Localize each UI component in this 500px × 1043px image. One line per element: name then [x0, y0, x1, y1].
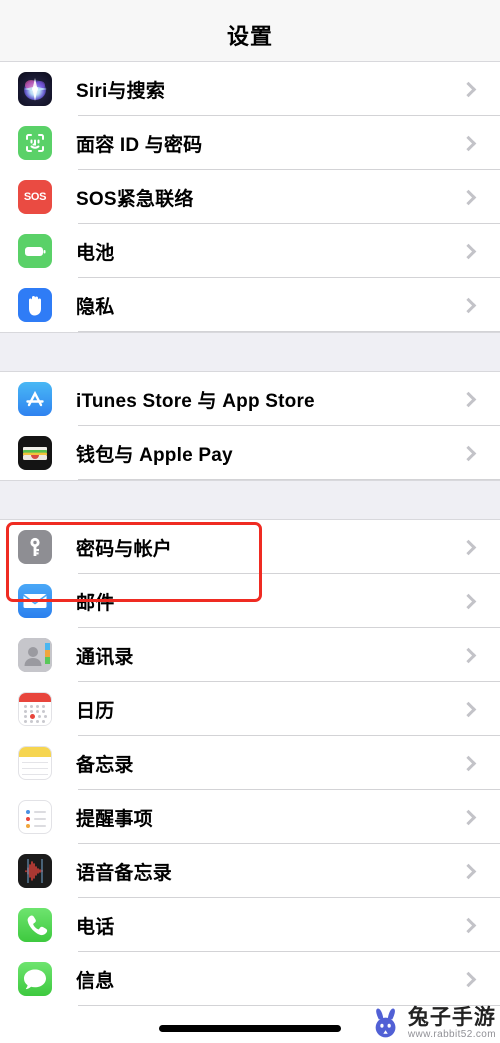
settings-row-label: 提醒事项	[76, 808, 153, 830]
settings-list: Siri与搜索 面容 ID 与密码 SOS SOS紧急联络 电池 隐私 iTun…	[0, 62, 500, 1006]
settings-row-phone[interactable]: 电话	[0, 898, 500, 952]
settings-row-passwords-accounts[interactable]: 密码与帐户	[0, 520, 500, 574]
settings-row-messages[interactable]: 信息	[0, 952, 500, 1006]
siri-glyph	[24, 78, 47, 101]
chevron-right-icon	[460, 755, 477, 771]
handset-glyph	[27, 915, 48, 936]
settings-row-label: 信息	[76, 970, 115, 992]
waveform-glyph	[25, 859, 43, 883]
calendar-grid	[19, 702, 51, 725]
settings-row-itunes-app-store[interactable]: iTunes Store 与 App Store	[0, 372, 500, 426]
settings-row-label: 电池	[76, 242, 115, 264]
chevron-right-icon	[460, 391, 477, 407]
settings-section-system: Siri与搜索 面容 ID 与密码 SOS SOS紧急联络 电池 隐私	[0, 62, 500, 332]
contacts-glyph	[18, 638, 52, 672]
voice-memos-icon	[18, 854, 52, 888]
section-separator-gap	[0, 332, 500, 372]
wallet-icon	[18, 436, 52, 470]
settings-row-label: 通讯录	[76, 646, 134, 668]
envelope-glyph	[23, 594, 47, 608]
chevron-right-icon	[460, 701, 477, 717]
rabbit-logo-icon	[375, 1008, 396, 1038]
phone-icon	[18, 908, 52, 942]
app-store-icon	[18, 382, 52, 416]
settings-row-emergency-sos[interactable]: SOS SOS紧急联络	[0, 170, 500, 224]
settings-section-stores: iTunes Store 与 App Store 钱包与 Apple Pay	[0, 372, 500, 480]
settings-row-privacy[interactable]: 隐私	[0, 278, 500, 332]
chevron-right-icon	[460, 135, 477, 151]
chevron-right-icon	[460, 593, 477, 609]
settings-row-reminders[interactable]: 提醒事项	[0, 790, 500, 844]
sos-icon: SOS	[18, 180, 52, 214]
chevron-right-icon	[460, 445, 477, 461]
settings-row-label: iTunes Store 与 App Store	[76, 390, 315, 412]
settings-row-label: 钱包与 Apple Pay	[76, 444, 233, 466]
speech-bubble-glyph	[24, 969, 46, 990]
chevron-right-icon	[460, 809, 477, 825]
wallet-glyph	[23, 447, 47, 460]
settings-row-wallet-apple-pay[interactable]: 钱包与 Apple Pay	[0, 426, 500, 480]
sos-icon-label: SOS	[23, 191, 47, 203]
battery-glyph	[25, 247, 46, 256]
settings-row-notes[interactable]: 备忘录	[0, 736, 500, 790]
chevron-right-icon	[460, 863, 477, 879]
settings-row-label: Siri与搜索	[76, 80, 166, 102]
chevron-right-icon	[460, 81, 477, 97]
chevron-right-icon	[460, 243, 477, 259]
notes-header-band	[19, 747, 51, 757]
chevron-right-icon	[460, 297, 477, 313]
settings-row-contacts[interactable]: 通讯录	[0, 628, 500, 682]
settings-row-label: 邮件	[76, 592, 115, 614]
chevron-right-icon	[460, 539, 477, 555]
settings-row-label: SOS紧急联络	[76, 188, 194, 210]
watermark-title: 兔子手游	[407, 1005, 496, 1029]
mail-icon	[18, 584, 52, 618]
faceid-glyph	[26, 134, 44, 152]
battery-icon	[18, 234, 52, 268]
messages-icon	[18, 962, 52, 996]
settings-row-label: 日历	[76, 700, 115, 722]
chevron-right-icon	[460, 189, 477, 205]
settings-section-apps: 密码与帐户 邮件 通讯录 日历 备忘录 提醒事项 语音备忘录 电话 信息	[0, 520, 500, 1006]
navigation-bar: 设置	[0, 0, 500, 62]
settings-row-face-id[interactable]: 面容 ID 与密码	[0, 116, 500, 170]
home-indicator[interactable]	[159, 1025, 341, 1032]
contacts-icon	[18, 638, 52, 672]
watermark: 兔子手游 www.rabbit52.com	[368, 1005, 496, 1041]
settings-row-battery[interactable]: 电池	[0, 224, 500, 278]
settings-row-mail[interactable]: 邮件	[0, 574, 500, 628]
settings-row-label: 面容 ID 与密码	[76, 134, 203, 156]
chevron-right-icon	[460, 647, 477, 663]
key-glyph	[30, 537, 40, 556]
settings-row-calendar[interactable]: 日历	[0, 682, 500, 736]
watermark-url: www.rabbit52.com	[407, 1028, 496, 1040]
settings-row-label: 电话	[76, 916, 115, 938]
section-separator-gap	[0, 480, 500, 520]
chevron-right-icon	[460, 971, 477, 987]
siri-icon	[18, 72, 52, 106]
settings-row-label: 备忘录	[76, 754, 134, 776]
app-store-glyph	[26, 390, 44, 407]
calendar-header-band	[19, 693, 51, 702]
notes-icon	[18, 746, 52, 780]
settings-row-label: 语音备忘录	[76, 862, 173, 884]
faceid-icon	[18, 126, 52, 160]
page-title: 设置	[226, 23, 273, 49]
watermark-text: 兔子手游 www.rabbit52.com	[408, 1007, 496, 1040]
privacy-hand-icon	[18, 288, 52, 322]
chevron-right-icon	[460, 917, 477, 933]
settings-row-label: 密码与帐户	[76, 538, 173, 560]
reminders-icon	[18, 800, 52, 834]
calendar-icon	[18, 692, 52, 726]
hand-glyph	[29, 296, 41, 316]
key-icon	[18, 530, 52, 564]
settings-row-voice-memos[interactable]: 语音备忘录	[0, 844, 500, 898]
settings-row-label: 隐私	[76, 296, 115, 318]
settings-row-siri[interactable]: Siri与搜索	[0, 62, 500, 116]
